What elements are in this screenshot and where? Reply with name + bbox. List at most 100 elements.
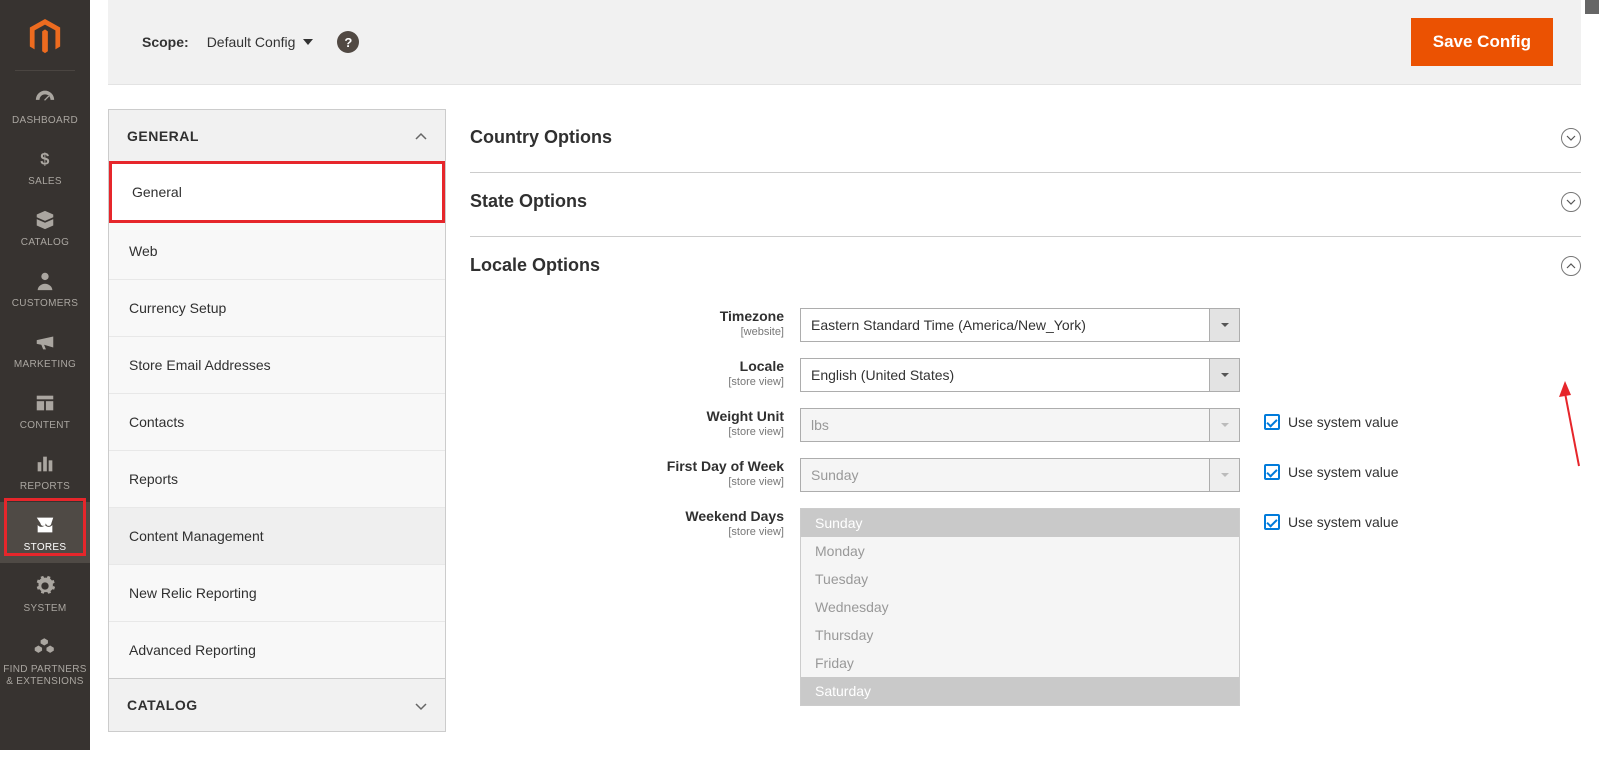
config-item-reports[interactable]: Reports: [109, 450, 445, 507]
nav-customers[interactable]: CUSTOMERS: [0, 258, 90, 319]
config-item-contacts[interactable]: Contacts: [109, 393, 445, 450]
use-system-label: Use system value: [1288, 414, 1398, 430]
select-value: Eastern Standard Time (America/New_York): [800, 308, 1210, 342]
dropdown-icon: [1210, 358, 1240, 392]
first-day-select: Sunday: [800, 458, 1240, 492]
expand-icon: [1561, 128, 1581, 148]
config-item-newrelic[interactable]: New Relic Reporting: [109, 564, 445, 621]
dropdown-icon: [1210, 308, 1240, 342]
field-scope: [store view]: [470, 526, 784, 538]
nav-partners[interactable]: FIND PARTNERS & EXTENSIONS: [0, 624, 90, 698]
nav-label: SALES: [0, 176, 90, 187]
multiselect-option[interactable]: Wednesday: [801, 593, 1239, 621]
help-icon[interactable]: ?: [337, 31, 359, 53]
cubes-icon: [0, 636, 90, 658]
scope-selector[interactable]: Default Config: [207, 34, 314, 50]
use-system-checkbox[interactable]: [1264, 464, 1280, 480]
multiselect-option[interactable]: Thursday: [801, 621, 1239, 649]
config-item-store-email[interactable]: Store Email Addresses: [109, 336, 445, 393]
caret-down-icon: [303, 39, 313, 45]
select-value: lbs: [800, 408, 1210, 442]
group-state-options[interactable]: State Options: [470, 173, 1581, 236]
config-item-web[interactable]: Web: [109, 222, 445, 279]
group-locale-options[interactable]: Locale Options: [470, 237, 1581, 300]
nav-label: REPORTS: [0, 481, 90, 492]
nav-content[interactable]: CONTENT: [0, 380, 90, 441]
config-item-label: New Relic Reporting: [129, 585, 257, 601]
multiselect-option[interactable]: Sunday: [801, 509, 1239, 537]
select-value: English (United States): [800, 358, 1210, 392]
nav-label: CUSTOMERS: [0, 298, 90, 309]
config-item-label: Currency Setup: [129, 300, 226, 316]
nav-label: CONTENT: [0, 420, 90, 431]
multiselect-option[interactable]: Tuesday: [801, 565, 1239, 593]
gauge-icon: [0, 87, 90, 109]
nav-catalog[interactable]: CATALOG: [0, 197, 90, 258]
field-scope: [website]: [470, 326, 784, 338]
admin-sidebar: DASHBOARD $ SALES CATALOG CUSTOMERS MARK…: [0, 0, 90, 750]
field-scope: [store view]: [470, 476, 784, 488]
config-item-label: Contacts: [129, 414, 184, 430]
field-scope: [store view]: [470, 426, 784, 438]
section-header-catalog[interactable]: CATALOG: [109, 678, 445, 731]
field-label: Locale: [470, 358, 784, 374]
field-label: Timezone: [470, 308, 784, 324]
page-toolbar: Scope: Default Config ? Save Config: [108, 0, 1581, 85]
config-item-label: Content Management: [129, 528, 264, 544]
nav-reports[interactable]: REPORTS: [0, 441, 90, 502]
box-icon: [0, 209, 90, 231]
config-item-label: Reports: [129, 471, 178, 487]
dropdown-icon: [1210, 408, 1240, 442]
scrollbar-up-icon[interactable]: [1585, 0, 1599, 14]
dropdown-icon: [1210, 458, 1240, 492]
config-item-content-management[interactable]: Content Management: [109, 507, 445, 564]
select-value: Sunday: [800, 458, 1210, 492]
save-config-button[interactable]: Save Config: [1411, 18, 1553, 66]
nav-label: STORES: [0, 542, 90, 553]
use-system-label: Use system value: [1288, 514, 1398, 530]
multiselect-option[interactable]: Saturday: [801, 677, 1239, 705]
timezone-select[interactable]: Eastern Standard Time (America/New_York): [800, 308, 1240, 342]
group-country-options[interactable]: Country Options: [470, 109, 1581, 172]
nav-label: CATALOG: [0, 237, 90, 248]
scope-label: Scope:: [142, 34, 189, 50]
field-label: First Day of Week: [470, 458, 784, 474]
use-system-checkbox[interactable]: [1264, 414, 1280, 430]
chevron-up-icon: [415, 130, 427, 142]
field-label: Weight Unit: [470, 408, 784, 424]
weekend-days-multiselect: Sunday Monday Tuesday Wednesday Thursday…: [800, 508, 1240, 706]
config-item-adv-reporting[interactable]: Advanced Reporting: [109, 621, 445, 678]
gear-icon: [0, 575, 90, 597]
section-header-general[interactable]: GENERAL: [109, 110, 445, 162]
config-item-currency[interactable]: Currency Setup: [109, 279, 445, 336]
group-title: Locale Options: [470, 255, 600, 276]
megaphone-icon: [0, 331, 90, 353]
nav-sales[interactable]: $ SALES: [0, 136, 90, 197]
locale-select[interactable]: English (United States): [800, 358, 1240, 392]
section-title: CATALOG: [127, 697, 198, 713]
chevron-down-icon: [415, 699, 427, 711]
row-weight-unit: Weight Unit [store view] lbs Use system v…: [470, 400, 1581, 450]
config-item-label: Store Email Addresses: [129, 357, 271, 373]
row-locale: Locale [store view] English (United State…: [470, 350, 1581, 400]
layout-icon: [0, 392, 90, 414]
config-item-label: Advanced Reporting: [129, 642, 256, 658]
config-item-general[interactable]: General: [109, 161, 445, 223]
row-weekend-days: Weekend Days[store view] Sunday Monday T…: [470, 500, 1581, 714]
weight-unit-select: lbs: [800, 408, 1240, 442]
nav-stores[interactable]: STORES: [0, 502, 90, 563]
nav-dashboard[interactable]: DASHBOARD: [0, 75, 90, 136]
expand-icon: [1561, 192, 1581, 212]
nav-label: DASHBOARD: [0, 115, 90, 126]
dollar-icon: $: [0, 148, 90, 170]
row-first-day: First Day of Week [store view] Sunday Use…: [470, 450, 1581, 500]
svg-text:$: $: [40, 151, 49, 169]
multiselect-option[interactable]: Monday: [801, 537, 1239, 565]
field-scope: [store view]: [470, 376, 784, 388]
nav-system[interactable]: SYSTEM: [0, 563, 90, 624]
storefront-icon: [0, 514, 90, 536]
multiselect-option[interactable]: Friday: [801, 649, 1239, 677]
use-system-label: Use system value: [1288, 464, 1398, 480]
nav-marketing[interactable]: MARKETING: [0, 319, 90, 380]
use-system-checkbox[interactable]: [1264, 514, 1280, 530]
